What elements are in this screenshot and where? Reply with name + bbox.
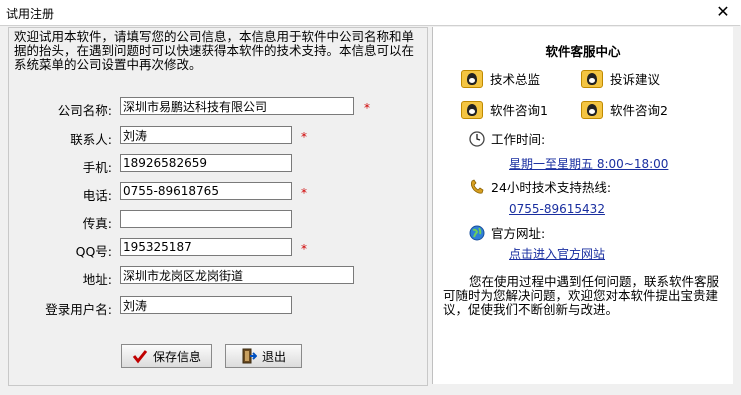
exit-button[interactable]: 退出 (225, 344, 302, 368)
qq-icon (581, 100, 603, 119)
required-mark: * (364, 101, 370, 115)
service-center-panel: 软件客服中心 技术总监 投诉建议 软件咨询1 软件咨询2 工作时间: 星期一至星… (432, 27, 733, 384)
login-row: 登录用户名: (8, 296, 418, 318)
website-label: 官方网址: (491, 226, 546, 241)
service-footer-text: 您在使用过程中遇到任何问题，联系软件客服可随时为您解决问题，欢迎您对本软件提出宝… (443, 274, 720, 317)
contact-input[interactable] (120, 126, 292, 144)
address-label: 地址: (82, 272, 112, 287)
work-time-row: 工作时间: (469, 129, 545, 148)
qq-row: QQ号: * (8, 238, 418, 260)
qq-link-tech-director[interactable]: 技术总监 (461, 69, 540, 88)
registration-panel (8, 27, 428, 386)
mobile-row: 手机: (8, 154, 418, 176)
qq-link-consult-1[interactable]: 软件咨询1 (461, 100, 548, 119)
phone-row: 电话: * (8, 182, 418, 204)
save-button[interactable]: 保存信息 (121, 344, 212, 368)
required-mark: * (301, 186, 307, 200)
company-label: 公司名称: (57, 103, 112, 118)
exit-button-label: 退出 (261, 349, 286, 364)
save-button-label: 保存信息 (152, 349, 201, 364)
mobile-input[interactable] (120, 154, 292, 172)
company-name-input[interactable] (120, 97, 354, 115)
required-mark: * (301, 130, 307, 144)
qq-icon (581, 69, 603, 88)
address-row: 地址: (8, 266, 418, 288)
website-row: 官方网址: (469, 223, 545, 242)
intro-text: 欢迎试用本软件，请填写您的公司信息，本信息用于软件中公司名称和单据的抬头，在遇到… (14, 29, 415, 72)
fax-input[interactable] (120, 210, 292, 228)
hotline-label: 24小时技术支持热线: (491, 180, 612, 195)
login-label: 登录用户名: (45, 302, 112, 317)
service-center-title: 软件客服中心 (545, 44, 621, 59)
clock-icon (469, 130, 485, 147)
qq-label: QQ号: (75, 244, 112, 259)
company-row: 公司名称: * (8, 97, 418, 119)
mobile-label: 手机: (82, 160, 112, 175)
checkmark-icon (132, 350, 148, 364)
contact-label: 联系人: (70, 132, 112, 147)
title-bar: 试用注册 ✕ (0, 0, 741, 25)
qq-input[interactable] (120, 238, 292, 256)
phone-handset-icon (470, 178, 484, 194)
qq-link-label: 投诉建议 (610, 72, 661, 87)
qq-icon (461, 69, 483, 88)
work-time-label: 工作时间: (491, 132, 546, 147)
phone-input[interactable] (120, 182, 292, 200)
qq-link-label: 软件咨询1 (490, 103, 548, 118)
qq-link-label: 技术总监 (490, 72, 541, 87)
fax-row: 传真: (8, 210, 418, 232)
qq-link-consult-2[interactable]: 软件咨询2 (581, 100, 668, 119)
phone-label: 电话: (82, 188, 112, 203)
required-mark: * (301, 242, 307, 256)
hotline-row: 24小时技术支持热线: (469, 177, 611, 196)
hotline-link[interactable]: 0755-89615432 (509, 202, 605, 216)
fax-label: 传真: (82, 216, 112, 231)
window-title: 试用注册 (6, 7, 55, 21)
qq-link-complaints[interactable]: 投诉建议 (581, 69, 660, 88)
work-time-link[interactable]: 星期一至星期五 8:00~18:00 (509, 155, 668, 172)
login-username-input[interactable] (120, 296, 292, 314)
contact-row: 联系人: * (8, 126, 418, 148)
website-link[interactable]: 点击进入官方网站 (509, 245, 605, 262)
globe-icon (469, 225, 485, 240)
address-input[interactable] (120, 266, 354, 284)
qq-link-label: 软件咨询2 (610, 103, 668, 118)
qq-icon (461, 100, 483, 119)
close-icon[interactable]: ✕ (713, 2, 733, 22)
exit-door-icon (242, 348, 257, 364)
